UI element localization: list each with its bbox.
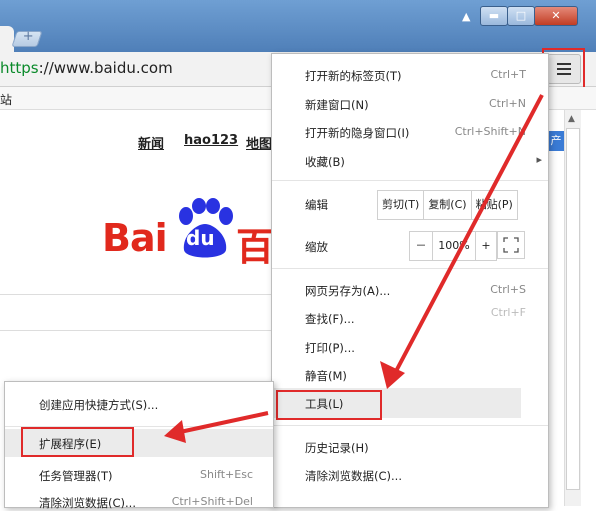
menu-zoom-label: 缩放: [305, 240, 328, 254]
browser-tab[interactable]: [0, 26, 14, 52]
annotation-box-extensions: [21, 427, 134, 457]
menu-item-incognito[interactable]: 打开新的隐身窗口(I): [305, 125, 409, 141]
annotation-box-tools: [276, 390, 382, 420]
menu-item-find[interactable]: 查找(F)...: [305, 311, 355, 327]
nav-link-news[interactable]: 新闻: [138, 133, 164, 152]
zoom-level: 100%: [433, 232, 476, 260]
submenu-item-clear-data[interactable]: 清除浏览数据(C)...: [39, 495, 136, 511]
logo-du-text: du: [186, 226, 215, 250]
shortcut-label: Ctrl+Shift+Del: [171, 495, 253, 508]
bookmark-item[interactable]: 站: [0, 91, 12, 108]
menu-separator: [272, 425, 548, 426]
chevron-right-icon: ▸: [536, 153, 542, 166]
scrollbar-thumb[interactable]: [566, 128, 580, 490]
divider: [0, 330, 272, 331]
divider: [0, 294, 272, 295]
cut-button[interactable]: 剪切(T): [378, 191, 425, 219]
minimize-button[interactable]: ▬: [480, 6, 508, 26]
copy-button[interactable]: 复制(C): [424, 191, 472, 219]
window-titlebar: + ▲ ▬ □ ✕: [0, 0, 596, 52]
menu-separator: [272, 180, 548, 181]
fullscreen-icon[interactable]: [497, 231, 525, 259]
nav-link-map[interactable]: 地图: [246, 133, 272, 152]
menu-item-bookmarks[interactable]: 收藏(B): [305, 154, 345, 170]
shortcut-label: Ctrl+Shift+N: [454, 125, 526, 138]
zoom-out-button[interactable]: －: [410, 232, 433, 260]
menu-separator: [272, 268, 548, 269]
side-badge[interactable]: 产: [548, 131, 564, 151]
menu-edit-label: 编辑: [305, 198, 328, 212]
shortcut-label: Ctrl+N: [488, 97, 526, 110]
paste-button[interactable]: 粘贴(P): [472, 191, 517, 219]
nav-link-hao123[interactable]: hao123: [184, 133, 238, 148]
url-scheme: https: [0, 59, 39, 77]
menu-item-new-tab[interactable]: 打开新的标签页(T): [305, 68, 402, 84]
menu-item-print[interactable]: 打印(P)...: [305, 340, 355, 356]
shortcut-label: Ctrl+T: [490, 68, 526, 81]
menu-item-save-page[interactable]: 网页另存为(A)...: [305, 283, 390, 299]
menu-item-clear-data[interactable]: 清除浏览数据(C)...: [305, 468, 402, 484]
menu-item-mute[interactable]: 静音(M): [305, 368, 347, 384]
new-tab-button[interactable]: +: [11, 29, 43, 47]
menu-item-history[interactable]: 历史记录(H): [305, 440, 369, 456]
shortcut-label: Ctrl+F: [490, 306, 526, 319]
menu-item-new-window[interactable]: 新建窗口(N): [305, 97, 369, 113]
maximize-button[interactable]: □: [507, 6, 535, 26]
address-bar[interactable]: https://www.baidu.com: [0, 59, 173, 77]
window-icon: ▲: [462, 10, 471, 23]
url-host: ://www.baidu.com: [38, 59, 173, 77]
shortcut-label: Ctrl+S: [490, 283, 526, 296]
chrome-main-menu: 打开新的标签页(T) Ctrl+T 新建窗口(N) Ctrl+N 打开新的隐身窗…: [271, 53, 549, 508]
shortcut-label: Shift+Esc: [200, 468, 253, 481]
close-window-button[interactable]: ✕: [534, 6, 578, 26]
scroll-up-icon[interactable]: ▲: [568, 114, 575, 124]
zoom-control: － 100% +: [409, 231, 497, 261]
edit-button-group: 剪切(T) 复制(C) 粘贴(P): [377, 190, 518, 220]
submenu-item-create-shortcut[interactable]: 创建应用快捷方式(S)...: [39, 397, 158, 413]
zoom-in-button[interactable]: +: [476, 232, 496, 260]
submenu-item-task-manager[interactable]: 任务管理器(T): [39, 468, 113, 484]
